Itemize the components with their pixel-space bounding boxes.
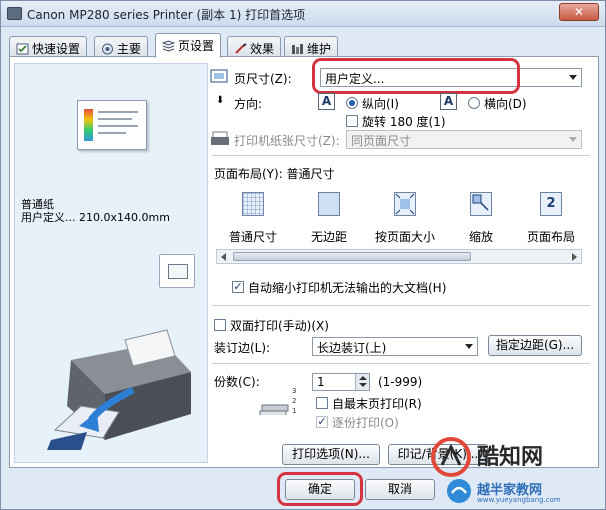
paper-size-text: 用户定义... 210.0x140.0mm	[21, 211, 170, 224]
page-size-label: 页尺寸(Z):	[234, 72, 292, 86]
arrow-down-icon: ⬇	[216, 95, 225, 106]
svg-text:2: 2	[292, 397, 296, 405]
fit-to-page-icon	[394, 192, 416, 216]
page-layout-icon: 2	[540, 192, 562, 216]
close-button[interactable]: ✕	[559, 3, 599, 21]
page-setup-panel: 普通纸 用户定义... 210.0x140.0mm 页尺寸(Z): 用户定义..…	[9, 56, 599, 468]
auto-reduce-label: 自动缩小打印机无法输出的大文档(H)	[248, 281, 447, 295]
tab-page-setup[interactable]: 页设置	[155, 33, 222, 58]
effects-icon	[234, 43, 247, 55]
portrait-label: 纵向(I)	[362, 97, 399, 111]
stepper-down-icon[interactable]	[355, 382, 369, 390]
page-size-icon	[210, 69, 228, 83]
preview-pane: 普通纸 用户定义... 210.0x140.0mm	[14, 63, 208, 463]
portrait-radio[interactable]	[346, 97, 358, 109]
tab-effects[interactable]: 效果	[227, 36, 282, 57]
stapling-side-label: 装订边(L):	[214, 341, 271, 355]
layout-item-normal-size[interactable]: 普通尺寸	[218, 190, 288, 250]
tab-strip: 快速设置 主要 页设置 效果 维护	[9, 33, 599, 58]
window-title: Canon MP280 series Printer (副本 1) 打印首选项	[27, 8, 306, 22]
watermark: 酷知网 越半家教网 www.yueyangbang.com	[421, 429, 605, 509]
page-setup-icon	[161, 40, 176, 52]
scroll-left-icon	[221, 253, 226, 261]
tab-main[interactable]: 主要	[94, 36, 149, 57]
brand-logo-icon	[431, 437, 471, 477]
tab-quick-setup[interactable]: 快速设置	[9, 36, 88, 57]
printer-paper-size-label: 打印机纸张尺寸(Z):	[234, 134, 340, 148]
rotate-180-checkbox[interactable]	[346, 115, 358, 127]
collate-checkbox[interactable]	[316, 416, 328, 428]
highlight-page-size	[312, 58, 520, 94]
portrait-icon: A	[318, 93, 335, 110]
copies-range-text: (1-999)	[378, 375, 423, 389]
copies-label: 份数(C):	[214, 375, 260, 389]
landscape-icon: A	[440, 93, 457, 110]
chevron-down-icon	[465, 344, 473, 349]
brand-text: 酷知网	[477, 445, 544, 470]
printer-preferences-dialog: Canon MP280 series Printer (副本 1) 打印首选项 …	[0, 0, 606, 510]
normal-size-icon	[242, 192, 264, 216]
title-bar: Canon MP280 series Printer (副本 1) 打印首选项 …	[1, 1, 605, 27]
site-logo-icon	[447, 479, 471, 503]
layout-item-scaled[interactable]: 缩放	[446, 190, 516, 250]
printer-paper-icon	[211, 131, 229, 145]
page-layout-list: 普通尺寸 无边距 按页面大小 缩放 2 页面布局	[216, 190, 580, 252]
landscape-label: 横向(D)	[484, 97, 527, 111]
layout-item-borderless[interactable]: 无边距	[294, 190, 364, 250]
divider	[212, 305, 590, 306]
main-icon	[101, 43, 114, 55]
duplex-label: 双面打印(手动)(X)	[230, 319, 329, 333]
svg-text:1: 1	[292, 407, 296, 415]
specify-margin-button[interactable]: 指定边距(G)...	[488, 335, 582, 356]
landscape-radio[interactable]	[468, 97, 480, 109]
collate-label: 逐份打印(O)	[332, 416, 399, 430]
maintenance-icon	[291, 43, 304, 55]
duplex-checkbox[interactable]	[214, 319, 226, 331]
last-page-first-checkbox[interactable]	[316, 397, 328, 409]
stapling-side-select[interactable]: 长边装订(上)	[312, 337, 478, 356]
orientation-preview-button[interactable]	[159, 254, 195, 288]
chevron-down-icon	[569, 75, 577, 80]
divider	[212, 363, 590, 364]
copies-stack-icon: 3 2 1	[259, 387, 296, 415]
quick-setup-icon	[16, 43, 29, 55]
scaled-icon	[470, 192, 492, 216]
highlight-ok	[277, 472, 363, 506]
page-layout-label: 页面布局(Y): 普通尺寸	[214, 167, 335, 181]
print-options-button[interactable]: 打印选项(N)...	[282, 444, 380, 465]
layout-item-fit-to-page[interactable]: 按页面大小	[370, 190, 440, 250]
printer-app-icon	[7, 7, 22, 20]
chevron-down-icon	[569, 137, 577, 142]
tab-maintenance[interactable]: 维护	[284, 36, 339, 57]
paper-info: 普通纸 用户定义... 210.0x140.0mm	[21, 198, 207, 224]
paper-preview-icon	[77, 100, 147, 150]
printer-illustration-icon	[47, 329, 191, 450]
divider	[212, 155, 590, 156]
rotate-180-label: 旋转 180 度(1)	[362, 115, 446, 129]
scrollbar-thumb[interactable]	[233, 252, 471, 261]
layout-scrollbar[interactable]	[216, 249, 582, 264]
borderless-icon	[318, 192, 340, 216]
media-type-text: 普通纸	[21, 198, 54, 211]
copies-stepper[interactable]: 1	[312, 373, 370, 391]
scroll-right-icon	[572, 253, 577, 261]
printer-paper-size-select[interactable]: 同页面尺寸	[346, 130, 582, 149]
layout-item-page-layout[interactable]: 2 页面布局	[516, 190, 586, 250]
orientation-label: 方向:	[234, 97, 263, 111]
svg-text:3: 3	[292, 387, 296, 395]
auto-reduce-checkbox[interactable]	[232, 281, 244, 293]
stepper-up-icon[interactable]	[355, 374, 369, 382]
last-page-first-label: 自最末页打印(R)	[332, 397, 422, 411]
site-url-text: www.yueyangbang.com	[477, 496, 561, 504]
